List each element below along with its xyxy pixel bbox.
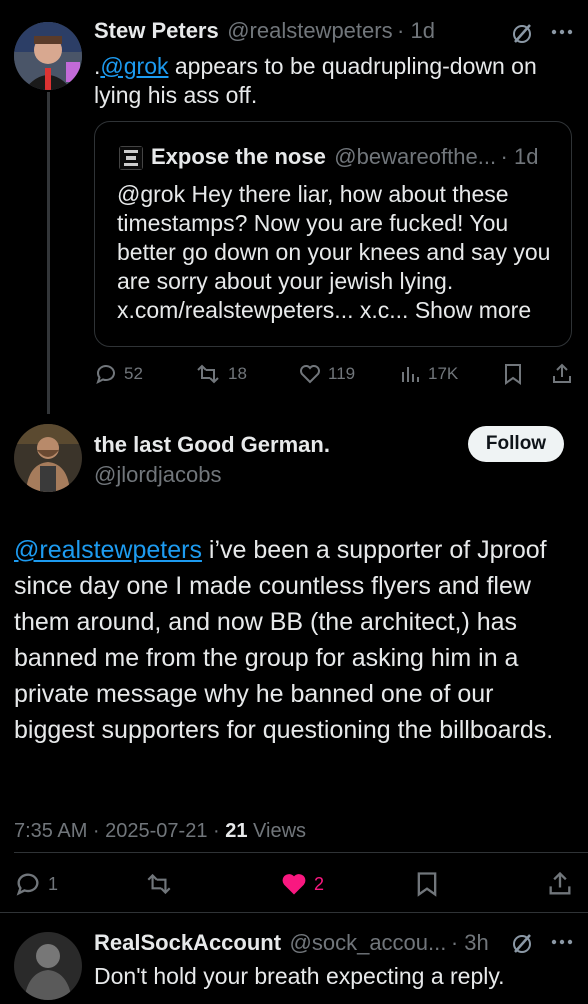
tweet1-repost-button[interactable]: 18 <box>194 362 247 386</box>
avatar-main-author[interactable] <box>14 424 82 492</box>
main-repost-button[interactable] <box>144 870 174 898</box>
main-tweet-divider <box>14 852 588 853</box>
tweet1-like-count: 119 <box>328 364 356 383</box>
main-share-button[interactable] <box>546 870 574 898</box>
tweet1-text-line2: lying his ass off. <box>94 82 258 108</box>
reply-divider <box>0 912 588 913</box>
reply-author-handle[interactable]: @sock_accou... <box>290 930 447 955</box>
quote-line: better go down on your knees and say you <box>117 239 551 265</box>
main-tweet-timestamp[interactable]: 7:35 AM · 2025-07-21 · <box>14 820 225 842</box>
avatar-stew-peters[interactable] <box>14 22 82 90</box>
heart-icon <box>300 365 320 384</box>
bookmark-icon <box>417 872 437 897</box>
avatar-main-author-image <box>14 424 82 492</box>
tweet1-header: Stew Peters @realstewpeters · 1d <box>94 18 435 44</box>
grok-icon <box>513 934 531 953</box>
tweet1-more-button[interactable] <box>550 22 574 42</box>
tweet1-text: .@grok appears to be quadrupling-down on… <box>94 52 574 110</box>
tweet1-time[interactable]: · 1d <box>397 18 435 43</box>
main-tweet-views-label: Views <box>247 820 307 842</box>
main-tweet-body: i’ve been a supporter of Jproof since da… <box>14 536 554 744</box>
quote-avatar-logo-icon <box>120 147 142 169</box>
tweet1-like-button[interactable]: 119 <box>298 362 355 386</box>
main-tweet-text: @realstewpeters i’ve been a supporter of… <box>14 532 574 748</box>
quote-author-name[interactable]: Expose the nose <box>151 144 326 169</box>
views-chart-icon <box>402 367 419 382</box>
tweet1-reply-count: 52 <box>124 364 143 383</box>
reply-time: · 3h <box>450 930 489 955</box>
main-author-name-text: the last Good German. <box>94 432 330 457</box>
reply-header: RealSockAccount @sock_accou... · 3h <box>94 930 489 956</box>
tweet1-views-count: 17K <box>428 364 459 383</box>
repost-icon <box>147 873 171 895</box>
main-like-count: 2 <box>314 873 325 894</box>
main-tweet-views-count: 21 <box>225 820 248 842</box>
reply-icon <box>96 365 115 384</box>
more-dots-icon <box>551 939 573 945</box>
more-dots-icon <box>551 29 573 35</box>
quote-author-handle[interactable]: @bewareofthe... <box>334 144 496 169</box>
main-bookmark-button[interactable] <box>414 870 440 898</box>
quote-line: timestamps? Now you are fucked! You <box>117 210 509 236</box>
reply-more-button[interactable] <box>550 932 574 952</box>
grok-icon <box>513 24 531 43</box>
share-icon <box>549 871 571 895</box>
quote-show-more[interactable]: Show more <box>415 297 531 323</box>
reply-grok-icon[interactable] <box>510 932 534 956</box>
main-tweet-mention[interactable]: @realstewpeters <box>14 536 202 564</box>
quoted-tweet-card[interactable]: Expose the nose @bewareofthe... · 1d @gr… <box>94 121 572 347</box>
tweet1-views-button[interactable]: 17K <box>400 362 458 386</box>
avatar-reply-author[interactable] <box>14 932 82 1000</box>
quote-time: · 1d <box>500 144 539 169</box>
main-tweet-meta: 7:35 AM · 2025-07-21 · 21 Views <box>14 820 306 843</box>
tweet1-bookmark-button[interactable] <box>502 362 524 386</box>
tweet1-share-button[interactable] <box>550 362 574 386</box>
main-reply-count: 1 <box>48 873 59 894</box>
share-icon <box>553 363 571 383</box>
avatar-stew-peters-image <box>14 22 82 90</box>
quote-line: are sorry about your jewish lying. <box>117 268 454 294</box>
thread-connector-line <box>47 92 50 414</box>
main-author-name[interactable]: the last Good German. <box>94 432 330 458</box>
reply-author-name[interactable]: RealSockAccount <box>94 930 281 955</box>
tweet1-author-handle[interactable]: @realstewpeters <box>227 18 392 43</box>
quote-link-text[interactable]: x.com/realstewpeters... x.c... <box>117 297 408 323</box>
main-author-handle[interactable]: @jlordjacobs <box>94 462 222 488</box>
avatar-reply-author-image <box>14 932 82 1000</box>
tweet1-text-rest: appears to be quadrupling-down on <box>168 53 537 79</box>
tweet1-reply-button[interactable]: 52 <box>94 362 143 386</box>
heart-filled-icon <box>282 874 306 895</box>
tweet1-author-name[interactable]: Stew Peters <box>94 18 219 43</box>
repost-icon <box>197 364 219 384</box>
main-like-button[interactable]: 2 <box>280 870 324 898</box>
follow-button[interactable]: Follow <box>468 426 564 462</box>
tweet1-grok-icon[interactable] <box>510 22 534 46</box>
quote-header: Expose the nose @bewareofthe... · 1d <box>151 144 538 170</box>
reply-text: Don't hold your breath expecting a reply… <box>94 963 505 989</box>
reply-icon <box>16 873 39 896</box>
main-reply-button[interactable]: 1 <box>14 870 58 898</box>
tweet1-repost-count: 18 <box>228 364 247 383</box>
tweet1-mention-grok[interactable]: @grok <box>100 53 168 79</box>
bookmark-icon <box>505 364 521 385</box>
main-tweet-actions: 1 2 <box>14 868 574 898</box>
quote-author-avatar <box>119 146 143 170</box>
tweet1-actions: 52 18 119 17K <box>94 362 574 386</box>
quote-line: @grok Hey there liar, how about these <box>117 181 509 207</box>
quote-text: @grok Hey there liar, how about these ti… <box>117 180 567 325</box>
